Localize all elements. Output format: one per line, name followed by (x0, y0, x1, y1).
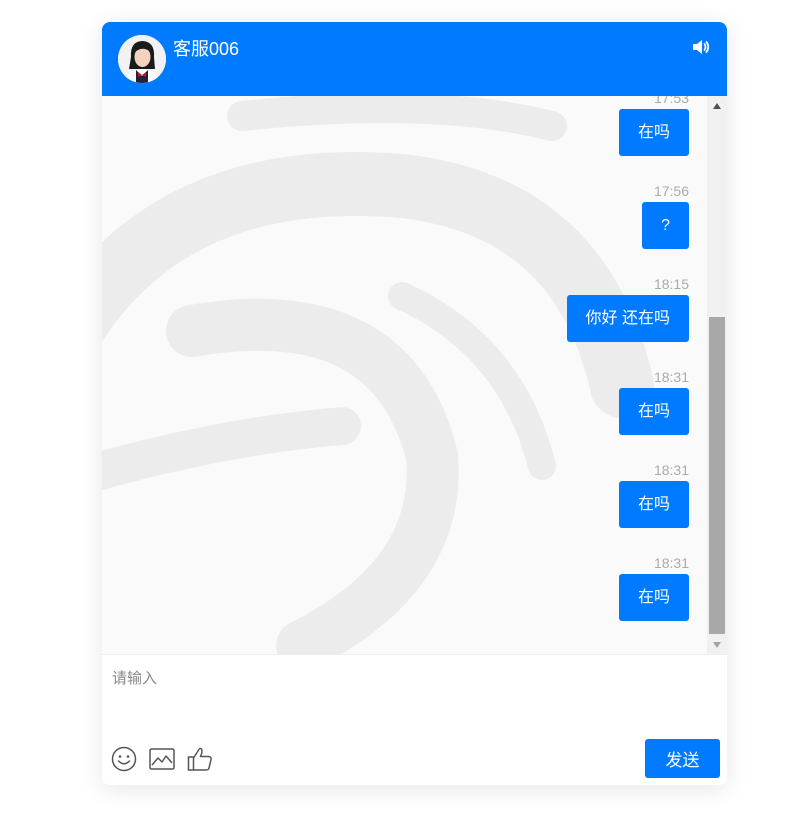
composer: 发送 (102, 654, 727, 785)
message-bubble: 你好 还在吗 (566, 295, 689, 342)
message-time: 18:15 (653, 276, 689, 292)
message-item: 18:31 在吗 (618, 369, 689, 435)
thumbs-up-icon[interactable] (187, 746, 213, 772)
agent-name: 客服006 (173, 39, 240, 59)
message-item: 18:31 在吗 (618, 462, 689, 528)
background-logo-watermark (102, 96, 654, 654)
chat-header: 客服006 (102, 22, 727, 96)
message-item: 18:15 你好 还在吗 (566, 276, 689, 342)
message-item: 18:31 在吗 (618, 555, 689, 621)
message-scrollbar[interactable] (707, 96, 727, 654)
message-time: 18:31 (653, 555, 689, 571)
message-bubble: ? (642, 202, 689, 249)
message-time: 18:31 (653, 369, 689, 385)
speaker-icon[interactable] (691, 37, 711, 57)
message-bubble: 在吗 (618, 109, 689, 156)
image-icon[interactable] (149, 746, 175, 772)
message-time: 17:53 (653, 96, 689, 106)
chat-window: 客服006 17:53 在吗 17:56 ? 18:15 你好 还在吗 18:3… (102, 22, 727, 785)
message-bubble: 在吗 (618, 574, 689, 621)
scroll-up-arrow[interactable] (707, 96, 727, 114)
message-bubble: 在吗 (618, 481, 689, 528)
emoji-icon[interactable] (111, 746, 137, 772)
message-time: 17:56 (653, 183, 689, 199)
agent-avatar (118, 35, 166, 83)
message-bubble: 在吗 (618, 388, 689, 435)
message-item: 17:53 在吗 (618, 96, 689, 156)
message-item: 17:56 ? (642, 183, 689, 249)
message-time: 18:31 (653, 462, 689, 478)
scroll-down-arrow[interactable] (707, 636, 727, 654)
send-button[interactable]: 发送 (645, 739, 720, 778)
message-list[interactable]: 17:53 在吗 17:56 ? 18:15 你好 还在吗 18:31 在吗 1… (102, 96, 707, 654)
scrollbar-thumb[interactable] (709, 317, 725, 634)
message-input[interactable] (110, 665, 714, 729)
